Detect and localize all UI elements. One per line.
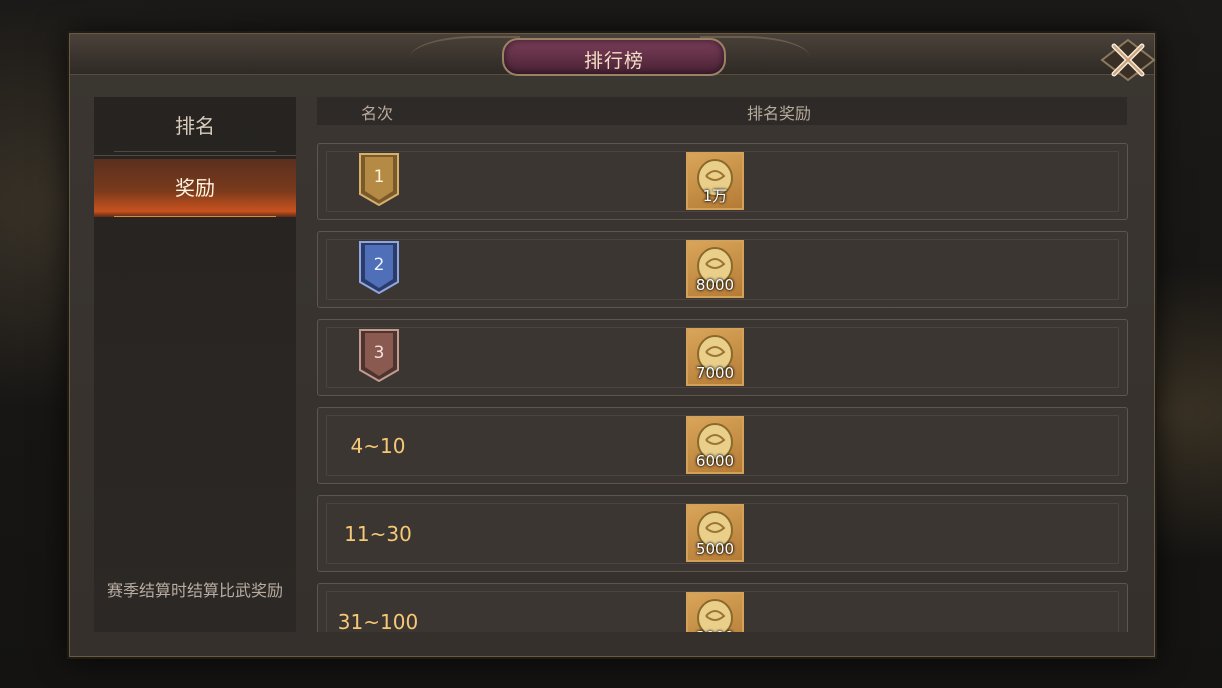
table-row: 4~10 6000 <box>317 407 1128 484</box>
reward-amount: 5000 <box>695 540 735 558</box>
reward-item[interactable]: 6000 <box>686 416 744 474</box>
reward-amount: 7000 <box>695 364 735 382</box>
reward-amount: 8000 <box>695 276 735 294</box>
table-row: 31~100 3000 <box>317 583 1128 632</box>
reward-amount: 6000 <box>695 452 735 470</box>
close-x-icon <box>1100 38 1156 82</box>
reward-item[interactable]: 3000 <box>686 592 744 632</box>
rank-badge-icon: 3 <box>358 328 400 383</box>
rank-number: 2 <box>373 255 385 275</box>
tab-reward[interactable]: 奖励 <box>94 159 296 217</box>
gold-coin-icon <box>697 599 733 632</box>
reward-amount: 3000 <box>688 628 742 632</box>
rank-range: 31~100 <box>337 610 419 632</box>
tab-rank[interactable]: 排名 <box>94 97 296 156</box>
rank-number: 3 <box>373 343 385 363</box>
rank-range: 4~10 <box>350 434 406 458</box>
rank-number: 1 <box>373 167 385 187</box>
close-button[interactable] <box>1100 38 1156 82</box>
reward-list[interactable]: 1 1万 2 8000 3 7000 4~10 6000 11~30 5000 … <box>317 143 1128 632</box>
reward-amount: 1万 <box>702 187 728 205</box>
reward-item[interactable]: 8000 <box>686 240 744 298</box>
title-plate: 排行榜 <box>502 38 726 76</box>
dialog-header: 排行榜 <box>70 34 1154 76</box>
season-note: 赛季结算时结算比武奖励 <box>106 581 283 600</box>
table-row: 1 1万 <box>317 143 1128 220</box>
rank-badge-icon: 2 <box>358 240 400 295</box>
dialog-title: 排行榜 <box>583 50 644 72</box>
table-row: 11~30 5000 <box>317 495 1128 572</box>
reward-item[interactable]: 7000 <box>686 328 744 386</box>
table-row: 2 8000 <box>317 231 1128 308</box>
column-header-reward: 排名奖励 <box>747 104 812 123</box>
tab-label: 奖励 <box>175 176 215 200</box>
rank-badge-icon: 1 <box>358 152 400 207</box>
reward-item[interactable]: 5000 <box>686 504 744 562</box>
reward-item[interactable]: 1万 <box>686 152 744 210</box>
column-header-rank: 名次 <box>361 104 394 123</box>
ranking-dialog: 排行榜 排名 奖励 赛季结算时结算比武奖励 名次 排名奖励 1 1万 2 800… <box>69 33 1156 657</box>
sidebar: 排名 奖励 赛季结算时结算比武奖励 <box>94 97 296 632</box>
table-header: 名次 排名奖励 <box>317 97 1127 125</box>
table-row: 3 7000 <box>317 319 1128 396</box>
rank-range: 11~30 <box>344 522 412 546</box>
tab-label: 排名 <box>175 114 215 138</box>
